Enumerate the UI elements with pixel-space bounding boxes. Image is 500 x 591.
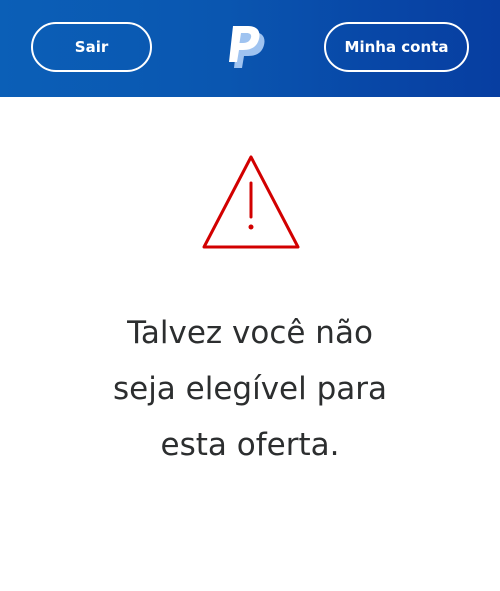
paypal-logo-icon [222, 24, 272, 70]
warning-triangle-icon [201, 153, 301, 251]
logout-button[interactable]: Sair [31, 22, 152, 72]
ineligibility-message: Talvez você não seja elegível para esta … [50, 305, 450, 473]
my-account-button[interactable]: Minha conta [324, 22, 469, 72]
header-bar: Sair Minha conta [0, 0, 500, 97]
message-line-3: esta oferta. [160, 427, 340, 463]
message-line-1: Talvez você não [127, 315, 373, 351]
message-line-2: seja elegível para [112, 371, 388, 407]
